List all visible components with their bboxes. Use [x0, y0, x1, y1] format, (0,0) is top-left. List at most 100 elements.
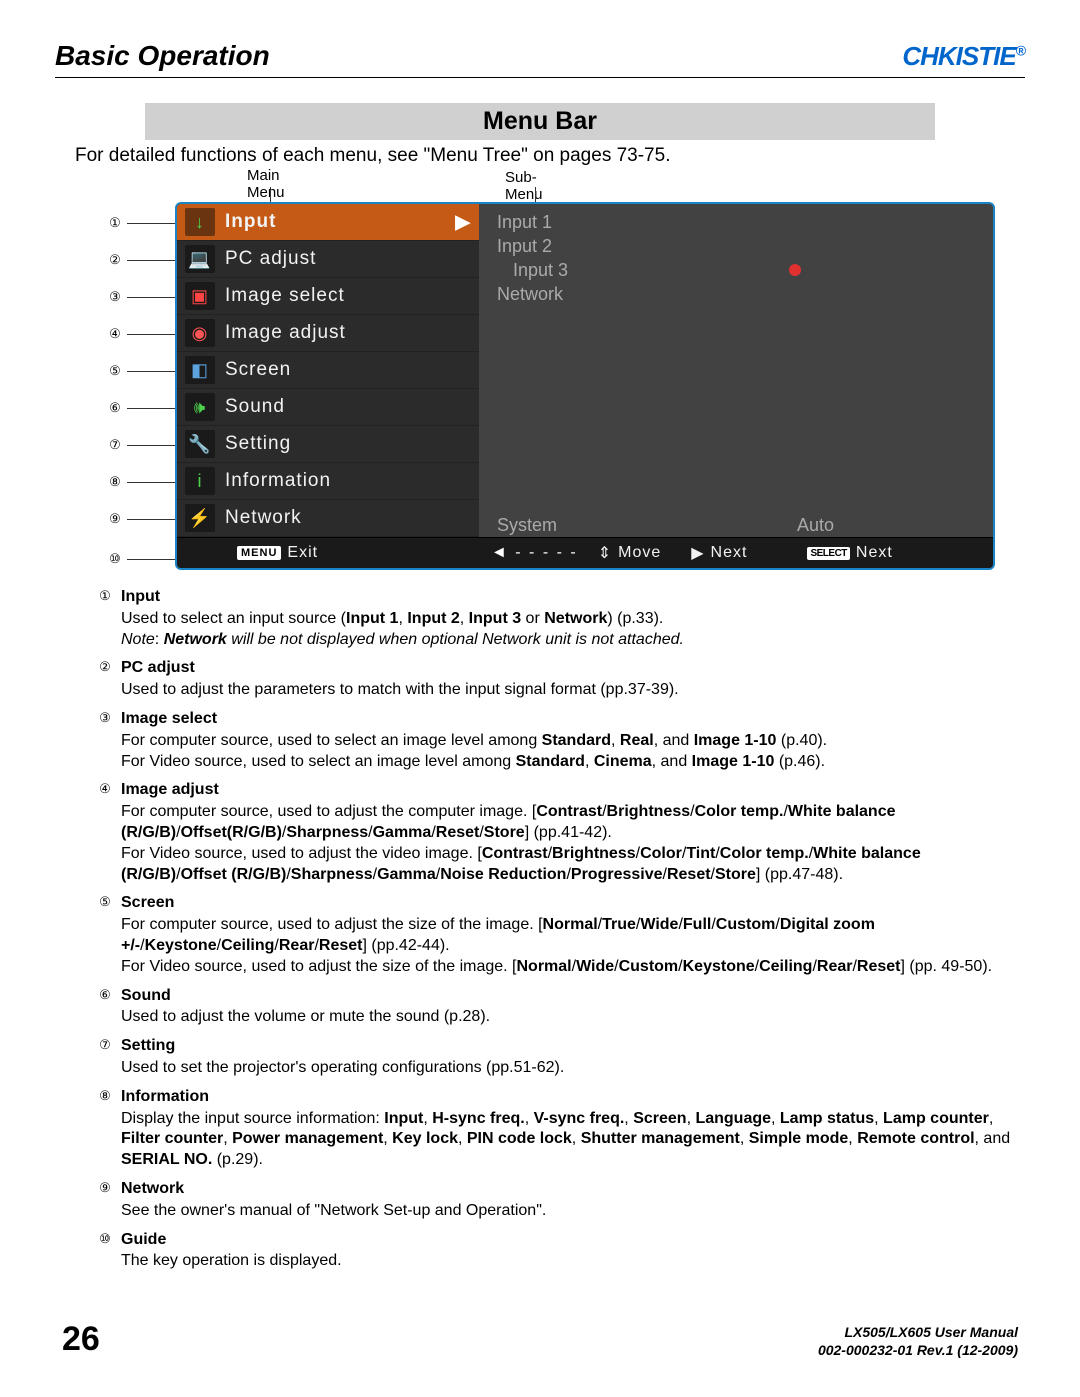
- sub-item-network[interactable]: Network: [479, 282, 993, 306]
- sub-label: Input 2: [497, 236, 552, 257]
- desc-title: PC adjust: [121, 658, 1025, 679]
- desc-body: The key operation is displayed.: [121, 1251, 1025, 1272]
- osd-item-input[interactable]: ↓ Input ▶: [177, 204, 479, 241]
- desc-title: Information: [121, 1087, 1025, 1108]
- menu-icon: ◧: [185, 356, 215, 384]
- select-badge: SELECT: [807, 547, 849, 560]
- page-number: 26: [62, 1320, 100, 1359]
- desc-body: See the owner's manual of "Network Set-u…: [121, 1201, 1025, 1222]
- guide-move: Move: [618, 544, 661, 562]
- menu-icon: ⚡: [185, 504, 215, 532]
- desc-screen: ⑤ScreenFor computer source, used to adju…: [95, 893, 1025, 977]
- osd-item-image-adjust[interactable]: ◉ Image adjust: [177, 315, 479, 352]
- osd-item-information[interactable]: i Information: [177, 463, 479, 500]
- osd-main-menu: ↓ Input ▶ 💻 PC adjust ▣ Image select ◉ Image adj…: [177, 204, 479, 568]
- menu-icon: ◉: [185, 319, 215, 347]
- desc-body: For computer source, used to adjust the …: [121, 915, 1025, 977]
- updown-icon: ⇕: [598, 543, 612, 563]
- desc-title: Guide: [121, 1230, 1025, 1251]
- osd-item-label: Network: [225, 507, 302, 529]
- osd-item-label: Information: [225, 470, 331, 492]
- description-list: ①InputUsed to select an input source (In…: [55, 587, 1025, 1272]
- menu-icon: i: [185, 467, 215, 495]
- doc-rev: 002-000232-01 Rev.1 (12-2009): [818, 1341, 1018, 1359]
- desc-guide: ⑩GuideThe key operation is displayed.: [95, 1230, 1025, 1273]
- doc-info: LX505/LX605 User Manual 002-000232-01 Re…: [818, 1323, 1018, 1359]
- page-header: Basic Operation CHKISTIE®: [55, 40, 1025, 78]
- desc-title: Image select: [121, 709, 1025, 730]
- sub-label: Input 3: [513, 260, 568, 281]
- callout-10: ⑩: [105, 541, 177, 578]
- menubar-heading: Menu Bar: [145, 103, 935, 140]
- callout-1: ①: [105, 205, 177, 242]
- menu-badge: MENU: [237, 546, 281, 560]
- osd-item-label: PC adjust: [225, 248, 316, 270]
- active-dot-icon: [789, 264, 801, 276]
- osd-item-label: Input: [225, 211, 276, 233]
- osd-system-row: System Auto: [497, 515, 983, 536]
- desc-body: Display the input source information: In…: [121, 1109, 1025, 1171]
- osd-diagram: Main Menu Sub-Menu ①②③④⑤⑥⑦⑧⑨⑩ ↓Input▶💻PC…: [55, 177, 1025, 572]
- menu-icon: 💻: [185, 245, 215, 273]
- sub-item-input-2[interactable]: Input 2RGB: [479, 234, 993, 258]
- main-menu-label: Main Menu: [247, 167, 285, 201]
- callout-8: ⑧: [105, 464, 177, 501]
- triangle-right-icon: ▶: [455, 211, 471, 234]
- desc-network: ⑨NetworkSee the owner's manual of "Netwo…: [95, 1179, 1025, 1222]
- osd-item-label: Image adjust: [225, 322, 346, 344]
- callout-9: ⑨: [105, 501, 177, 538]
- desc-body: For computer source, used to adjust the …: [121, 802, 1025, 885]
- page-footer: 26 LX505/LX605 User Manual 002-000232-01…: [62, 1320, 1018, 1359]
- desc-body: Used to adjust the parameters to match w…: [121, 680, 1025, 701]
- osd-item-network[interactable]: ⚡ Network: [177, 500, 479, 537]
- desc-input: ①InputUsed to select an input source (In…: [95, 587, 1025, 650]
- menu-icon: ↓: [185, 208, 215, 236]
- system-label: System: [497, 515, 557, 536]
- system-value: Auto: [797, 515, 834, 536]
- desc-body: For computer source, used to select an i…: [121, 731, 1025, 773]
- osd-item-screen[interactable]: ◧ Screen: [177, 352, 479, 389]
- guide-back-arrow: ◄ - - - - -: [491, 544, 578, 562]
- sub-label: Network: [497, 284, 563, 305]
- sub-label: Input 1: [497, 212, 552, 233]
- menu-icon: 🔧: [185, 430, 215, 458]
- menu-icon: 🕪: [185, 393, 215, 421]
- right-icon: ▶: [691, 543, 704, 563]
- guide-next2: Next: [856, 544, 893, 562]
- sub-menu-label: Sub-Menu: [505, 169, 543, 203]
- guide-exit: Exit: [287, 544, 318, 562]
- sub-item-input-1[interactable]: Input 1RGB(PC analog): [479, 210, 993, 234]
- desc-body: Used to select an input source (Input 1,…: [121, 609, 1025, 651]
- osd-screen: ↓ Input ▶ 💻 PC adjust ▣ Image select ◉ Image adj…: [175, 202, 995, 570]
- desc-title: Image adjust: [121, 780, 1025, 801]
- osd-item-label: Sound: [225, 396, 285, 418]
- desc-image-adjust: ④Image adjustFor computer source, used t…: [95, 780, 1025, 885]
- callout-4: ④: [105, 316, 177, 353]
- desc-title: Sound: [121, 986, 1025, 1007]
- desc-setting: ⑦SettingUsed to set the projector's oper…: [95, 1036, 1025, 1079]
- osd-item-pc-adjust[interactable]: 💻 PC adjust: [177, 241, 479, 278]
- osd-sub-menu: Input 1RGB(PC analog)Input 2RGBInput 3Vi…: [479, 204, 993, 568]
- callout-6: ⑥: [105, 390, 177, 427]
- brand-logo: CHKISTIE®: [902, 41, 1025, 72]
- menu-icon: ▣: [185, 282, 215, 310]
- osd-item-label: Image select: [225, 285, 345, 307]
- desc-body: Used to adjust the volume or mute the so…: [121, 1007, 1025, 1028]
- osd-item-label: Setting: [225, 433, 291, 455]
- callout-numbers: ①②③④⑤⑥⑦⑧⑨⑩: [105, 205, 177, 578]
- callout-3: ③: [105, 279, 177, 316]
- sub-item-input-3[interactable]: Input 3Video: [479, 258, 993, 282]
- osd-item-setting[interactable]: 🔧 Setting: [177, 426, 479, 463]
- desc-information: ⑧InformationDisplay the input source inf…: [95, 1087, 1025, 1171]
- desc-image-select: ③Image selectFor computer source, used t…: [95, 709, 1025, 772]
- callout-5: ⑤: [105, 353, 177, 390]
- detail-text: For detailed functions of each menu, see…: [75, 145, 1025, 167]
- osd-item-image-select[interactable]: ▣ Image select: [177, 278, 479, 315]
- desc-title: Input: [121, 587, 1025, 608]
- osd-guide-bar: MENU Exit ◄ - - - - - ⇕ Move ▶ Next SELECT…: [177, 537, 993, 568]
- doc-title: LX505/LX605 User Manual: [818, 1323, 1018, 1341]
- osd-item-sound[interactable]: 🕪 Sound: [177, 389, 479, 426]
- guide-next1: Next: [711, 544, 748, 562]
- osd-item-label: Screen: [225, 359, 291, 381]
- callout-2: ②: [105, 242, 177, 279]
